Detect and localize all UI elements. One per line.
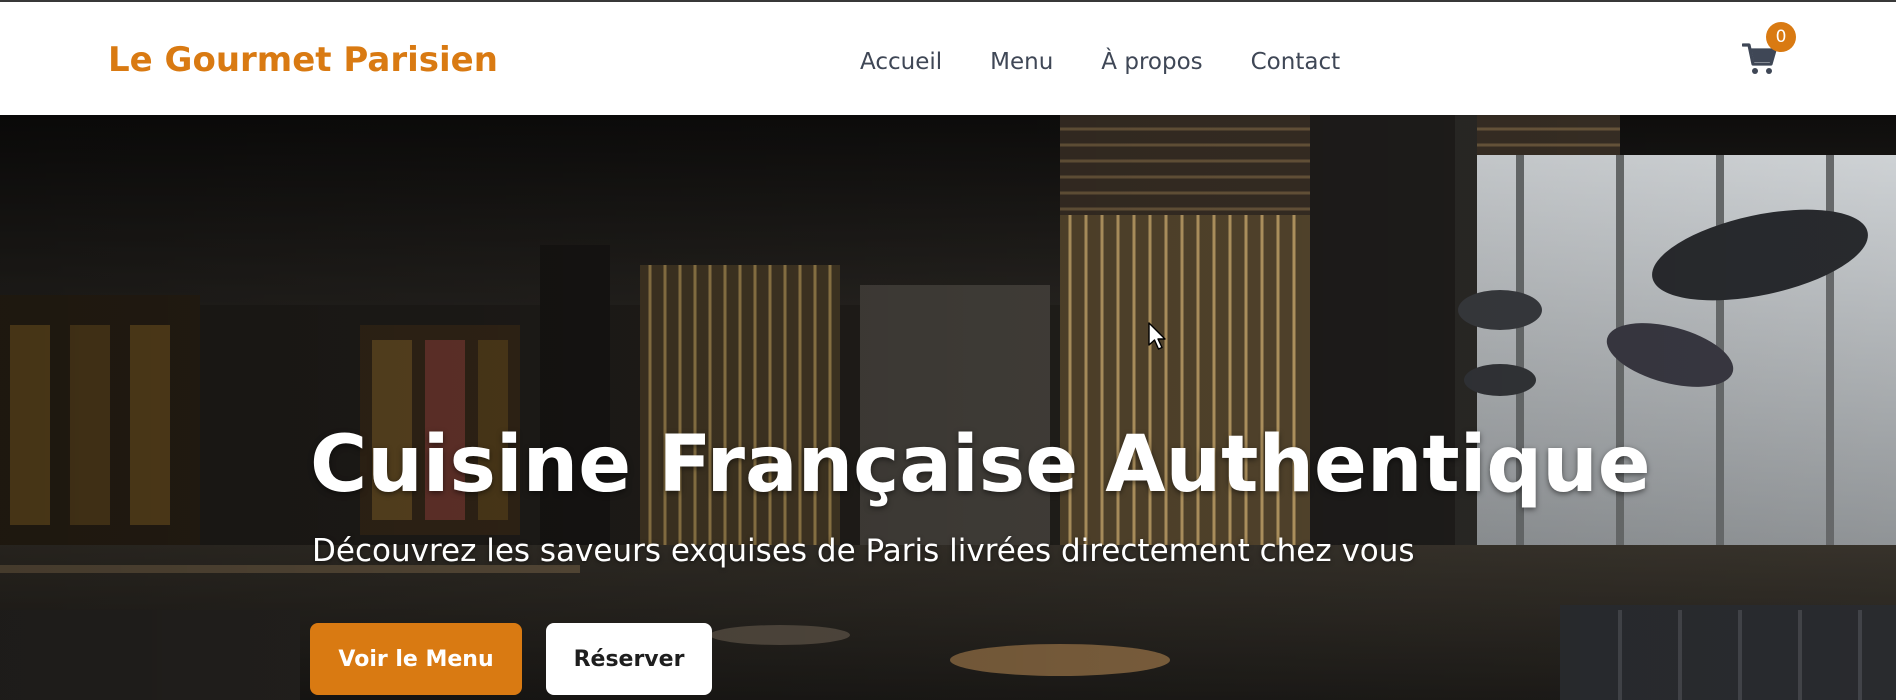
- mouse-cursor-icon: [1148, 322, 1166, 350]
- hero-section: Cuisine Française Authentique Découvrez …: [0, 115, 1896, 700]
- nav-link-contact[interactable]: Contact: [1251, 42, 1340, 82]
- nav-link-accueil[interactable]: Accueil: [860, 42, 942, 82]
- nav-link-a-propos[interactable]: À propos: [1101, 42, 1202, 82]
- main-nav: Accueil Menu À propos Contact: [860, 42, 1340, 82]
- site-header: Le Gourmet Parisien Accueil Menu À propo…: [0, 2, 1896, 115]
- hero-title: Cuisine Française Authentique: [310, 420, 1651, 510]
- hero-subtitle: Découvrez les saveurs exquises de Paris …: [312, 533, 1415, 569]
- hero-overlay: [0, 115, 1896, 700]
- cart-count-badge: 0: [1766, 22, 1796, 52]
- nav-link-menu[interactable]: Menu: [990, 42, 1053, 82]
- view-menu-button[interactable]: Voir le Menu: [310, 623, 522, 695]
- reserve-button[interactable]: Réserver: [546, 623, 712, 695]
- site-logo[interactable]: Le Gourmet Parisien: [108, 38, 498, 82]
